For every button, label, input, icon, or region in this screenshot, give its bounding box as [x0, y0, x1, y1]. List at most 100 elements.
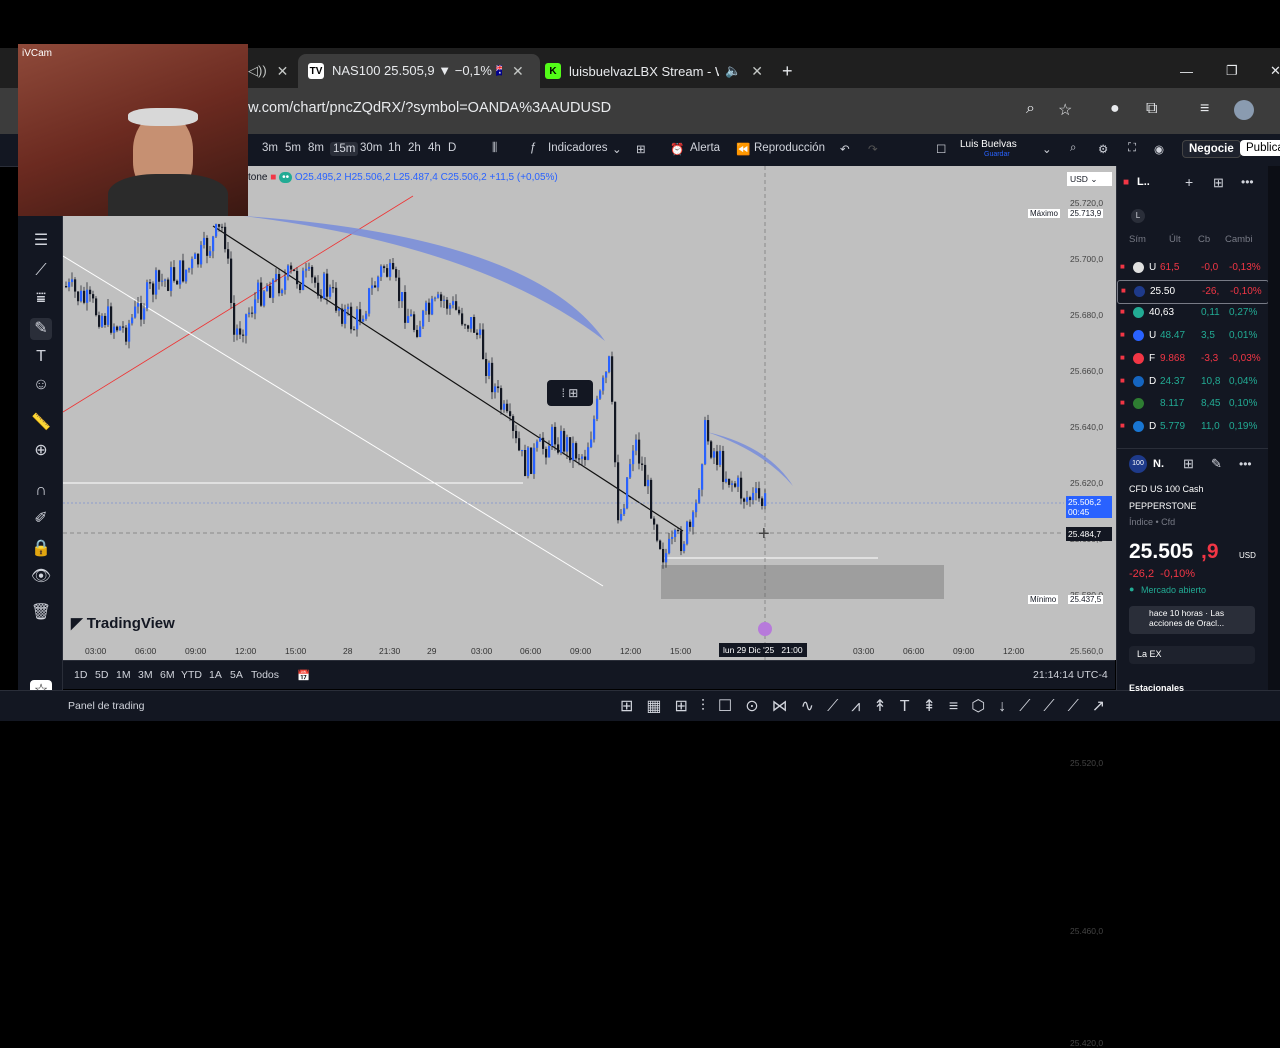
drawing-shortcuts-icons[interactable]: ⊞▦⊞⫶☐⊙⋈∿⟋⩘↟T⇞≡⬡↓⟋⟋⟋↗ [620, 696, 1118, 716]
red-trend-line[interactable] [63, 195, 414, 413]
chart-pane[interactable]: + ⁞ ⊞ ◤ TradingView tone ■ •• O25.495,2 … [63, 166, 1115, 660]
replay-icon[interactable]: ⏪ [736, 142, 750, 156]
search-icon[interactable]: ⌕ [1070, 142, 1076, 155]
range-1m[interactable]: 1M [116, 669, 131, 681]
edit-icon[interactable]: ✎ [1211, 456, 1222, 472]
watchlist-row[interactable]: ■ 25.50 -26, -0,10% [1117, 279, 1269, 304]
fib-icon[interactable]: ⩸ [30, 288, 52, 310]
indicators-button[interactable]: Indicadores [548, 142, 607, 154]
table-icon[interactable]: ⊞ [1213, 175, 1224, 191]
floating-drawing-toolbar[interactable]: ⁞ ⊞ [547, 380, 593, 406]
lines-menu-icon[interactable]: ☰ [30, 230, 52, 252]
range-1a[interactable]: 1A [209, 669, 222, 681]
range-5a[interactable]: 5A [230, 669, 243, 681]
tf-4h[interactable]: 4h [428, 142, 441, 154]
tf-d[interactable]: D [448, 142, 456, 154]
range-6m[interactable]: 6M [160, 669, 175, 681]
url-input[interactable]: ew.com/chart/pncZQdRX/?symbol=OANDA%3AAU… [240, 100, 611, 116]
range-ytd[interactable]: YTD [181, 669, 202, 681]
gray-zone-rectangle[interactable] [661, 565, 944, 599]
eye-icon[interactable]: 👁 [30, 566, 52, 588]
watchlist-row[interactable]: ■ U 48.47 3,5 0,01% [1117, 325, 1267, 347]
chevron-down-icon[interactable]: ⌄ [1042, 142, 1052, 156]
goto-date-icon[interactable]: 📅 [297, 669, 310, 682]
price-axis[interactable]: USD ⌄ 25.720,0 25.700,0 25.680,0 25.660,0 25… [1028, 166, 1116, 1048]
layouts-icon[interactable]: ⊞ [636, 142, 646, 156]
tab-kick-stream[interactable]: K luisbuelvazLBX Stream - Wa 🔈 ✕ [545, 54, 775, 88]
tf-8m[interactable]: 8m [308, 142, 324, 154]
more-icon[interactable]: ••• [1239, 457, 1252, 471]
tf-5m[interactable]: 5m [285, 142, 301, 154]
zoom-icon[interactable]: ⌕ [1026, 100, 1035, 118]
chevron-down-icon[interactable]: ⌄ [612, 142, 622, 156]
text-icon[interactable]: T [30, 346, 52, 368]
watchlist-row[interactable]: ■ D 24.37 10,8 0,04% [1117, 371, 1267, 393]
tf-2h[interactable]: 2h [408, 142, 421, 154]
watchlist-row[interactable]: ■ F 9.868 -3,3 -0,03% [1117, 348, 1267, 370]
layout-icon[interactable]: ⊞ [1183, 456, 1194, 472]
trading-panel-tab[interactable]: Panel de trading [68, 700, 144, 712]
lock-drawing-icon[interactable]: ✐ [30, 508, 52, 530]
media-icon[interactable]: ≡ [1200, 100, 1209, 118]
brush-icon[interactable]: ✎ [30, 318, 52, 340]
profile-avatar[interactable] [1234, 100, 1254, 120]
symbol-short[interactable]: N. [1153, 458, 1164, 470]
watchlist-row[interactable]: ■ U 61,5 -0,0 -0,13% [1117, 257, 1267, 279]
range-3m[interactable]: 3M [138, 669, 153, 681]
publish-button[interactable]: Publica [1240, 140, 1280, 156]
col-header-last[interactable]: Últ [1169, 234, 1181, 245]
bookmark-star-icon[interactable]: ☆ [1058, 100, 1072, 120]
speaker-icon[interactable]: 🔈 [725, 63, 741, 79]
lock-icon[interactable]: 🔒 [30, 538, 52, 560]
camera-icon[interactable]: ◉ [1154, 142, 1164, 156]
close-icon[interactable]: ✕ [512, 63, 524, 80]
maximize-button[interactable]: ❐ [1226, 54, 1238, 88]
tf-3m[interactable]: 3m [262, 142, 278, 154]
tab-tradingview[interactable]: TV NAS100 25.505,9 ▼ −0,1% 🇦🇺 ✕ [298, 54, 540, 88]
range-all[interactable]: Todos [251, 669, 279, 681]
col-header-symbol[interactable]: Sím [1129, 234, 1146, 245]
alarm-icon[interactable]: ⏰ [670, 142, 684, 156]
watchlist-row[interactable]: ■ 40,63 0,11 0,27% [1117, 302, 1267, 324]
chart-type-icon[interactable]: ⫼ [492, 142, 497, 155]
puzzle-icon[interactable]: ⧉ [1146, 100, 1157, 118]
close-icon[interactable]: ✕ [751, 63, 763, 80]
layout-square-icon[interactable]: ☐ [936, 142, 946, 156]
currency-selector[interactable]: USD ⌄ [1067, 172, 1112, 186]
more-icon[interactable]: ••• [1241, 175, 1254, 189]
fullscreen-icon[interactable]: ⛶ [1128, 142, 1136, 155]
minimize-button[interactable]: — [1180, 54, 1193, 88]
alert-button[interactable]: Alerta [690, 142, 720, 154]
col-header-pct[interactable]: Cambi [1225, 234, 1252, 245]
zoom-in-icon[interactable]: ⊕ [30, 440, 52, 462]
watchlist-row[interactable]: ■ 8.117 8,45 0,10% [1117, 393, 1267, 415]
close-icon[interactable]: ✕ [277, 63, 289, 80]
user-name[interactable]: Luis Buelvas [960, 139, 1017, 150]
watchlist-row[interactable]: ■ D 5.779 11,0 0,19% [1117, 416, 1267, 438]
previous-tab-fragment[interactable]: ◁)) ✕ [248, 54, 288, 88]
replay-button[interactable]: Reproducción [754, 142, 825, 154]
right-sidebar-strip[interactable] [1268, 166, 1280, 690]
tf-1h[interactable]: 1h [388, 142, 401, 154]
window-close-button[interactable]: ✕ [1270, 54, 1280, 88]
watchlist-title[interactable]: L.. [1137, 176, 1150, 188]
clock-display[interactable]: 21:14:14 UTC-4 [1033, 669, 1108, 681]
emoji-icon[interactable]: ☺ [30, 374, 52, 396]
indicators-icon[interactable]: ƒ [530, 142, 536, 154]
extension-icon[interactable]: ● [1110, 100, 1120, 118]
trend-line-icon[interactable]: ⟋ [30, 260, 52, 282]
settings-icon[interactable]: ⚙ [1098, 142, 1108, 156]
trade-button[interactable]: Negocie [1182, 140, 1241, 158]
undo-icon[interactable]: ↶ [840, 142, 850, 156]
range-1d[interactable]: 1D [74, 669, 87, 681]
new-tab-button[interactable]: + [782, 54, 793, 88]
magnet-icon[interactable]: ∩ [30, 480, 52, 502]
seasonals-header[interactable]: Estacionales [1129, 683, 1184, 693]
ruler-icon[interactable]: 📏 [30, 412, 52, 434]
tf-15m[interactable]: 15m [330, 142, 359, 156]
ex-card[interactable]: La EX [1129, 646, 1255, 664]
add-symbol-icon[interactable]: + [1185, 174, 1193, 190]
trash-icon[interactable]: 🗑 [30, 602, 52, 624]
col-header-change[interactable]: Cb [1198, 234, 1210, 245]
tf-30m[interactable]: 30m [360, 142, 382, 154]
